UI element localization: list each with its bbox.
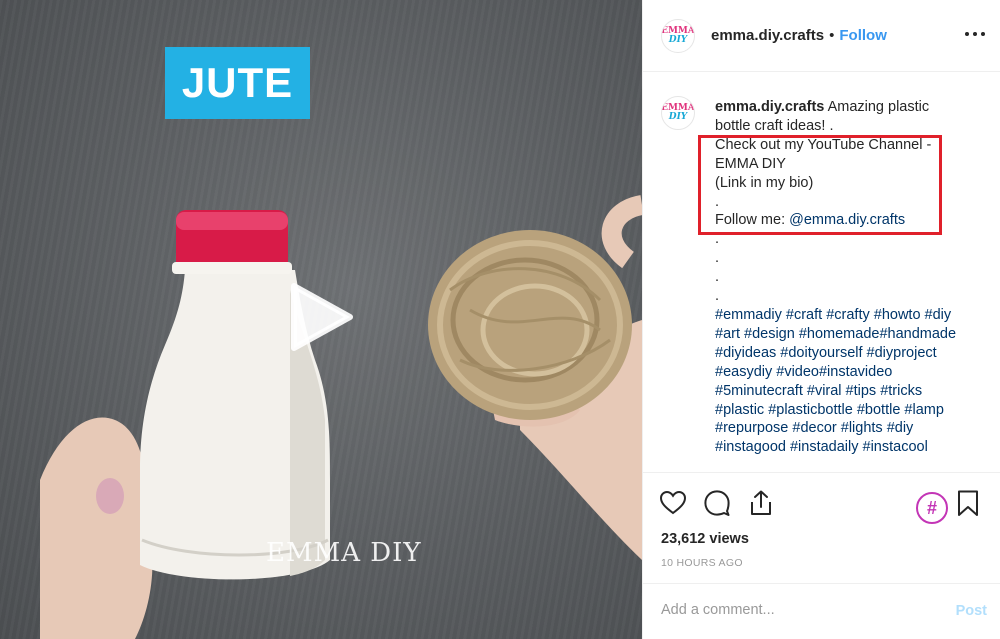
- hashtag-line[interactable]: #instagood #instadaily #instacool: [715, 438, 985, 457]
- hashtag-icon[interactable]: #: [916, 492, 948, 524]
- add-comment-box: Post: [643, 583, 1000, 639]
- follow-button[interactable]: Follow: [839, 27, 887, 44]
- hashtag-line[interactable]: #easydiy #video#instavideo: [715, 363, 985, 382]
- hashtag-line[interactable]: #diyideas #doityourself #diyproject: [715, 344, 985, 363]
- post-header: EMMA DIY emma.diy.crafts • Follow: [643, 0, 1000, 72]
- hashtag-line[interactable]: #plastic #plasticbottle #bottle #lamp: [715, 401, 985, 420]
- more-options-icon[interactable]: [963, 22, 987, 46]
- avatar-line2: DIY: [668, 34, 688, 45]
- view-count[interactable]: 23,612 views: [661, 531, 749, 547]
- caption-line: .: [715, 269, 720, 286]
- post-sidebar: EMMA DIY emma.diy.crafts • Follow EMMA D…: [642, 0, 1000, 639]
- hashtag-line[interactable]: #emmadiy #craft #crafty #howto #diy: [715, 306, 985, 325]
- highlight-box: [698, 135, 942, 235]
- video-watermark: EMMA DIY: [266, 538, 422, 568]
- caption-avatar[interactable]: EMMA DIY: [661, 96, 695, 130]
- caption-line: Amazing plastic: [827, 99, 930, 115]
- comment-bubble-icon[interactable]: [703, 489, 731, 517]
- avatar[interactable]: EMMA DIY: [661, 18, 695, 53]
- caption-avatar-line2: DIY: [668, 112, 688, 122]
- hashtag-line[interactable]: #repurpose #decor #lights #diy: [715, 419, 985, 438]
- post-media[interactable]: JUTE EMMA DIY: [0, 0, 642, 639]
- like-heart-icon[interactable]: [659, 489, 687, 517]
- left-thumbnail: [96, 478, 124, 514]
- post-timestamp[interactable]: 10 HOURS AGO: [661, 557, 743, 569]
- caption-line: .: [715, 250, 720, 267]
- comment-input[interactable]: [661, 602, 931, 618]
- action-bar: #: [643, 472, 1000, 532]
- caption-line: .: [715, 288, 720, 305]
- header-username-link[interactable]: emma.diy.crafts: [711, 27, 824, 44]
- header-separator: •: [829, 27, 835, 44]
- caption-line: bottle craft ideas! .: [715, 117, 834, 134]
- play-icon[interactable]: [286, 282, 356, 352]
- left-hand: [40, 417, 153, 639]
- hashtag-line[interactable]: #5minutecraft #viral #tips #tricks: [715, 382, 985, 401]
- post-comment-button[interactable]: Post: [956, 603, 987, 619]
- bookmark-save-icon[interactable]: [954, 489, 982, 517]
- hashtag-line[interactable]: #art #design #homemade#handmade: [715, 325, 985, 344]
- caption-username-link[interactable]: emma.diy.crafts: [715, 99, 824, 115]
- share-upload-icon[interactable]: [747, 489, 775, 517]
